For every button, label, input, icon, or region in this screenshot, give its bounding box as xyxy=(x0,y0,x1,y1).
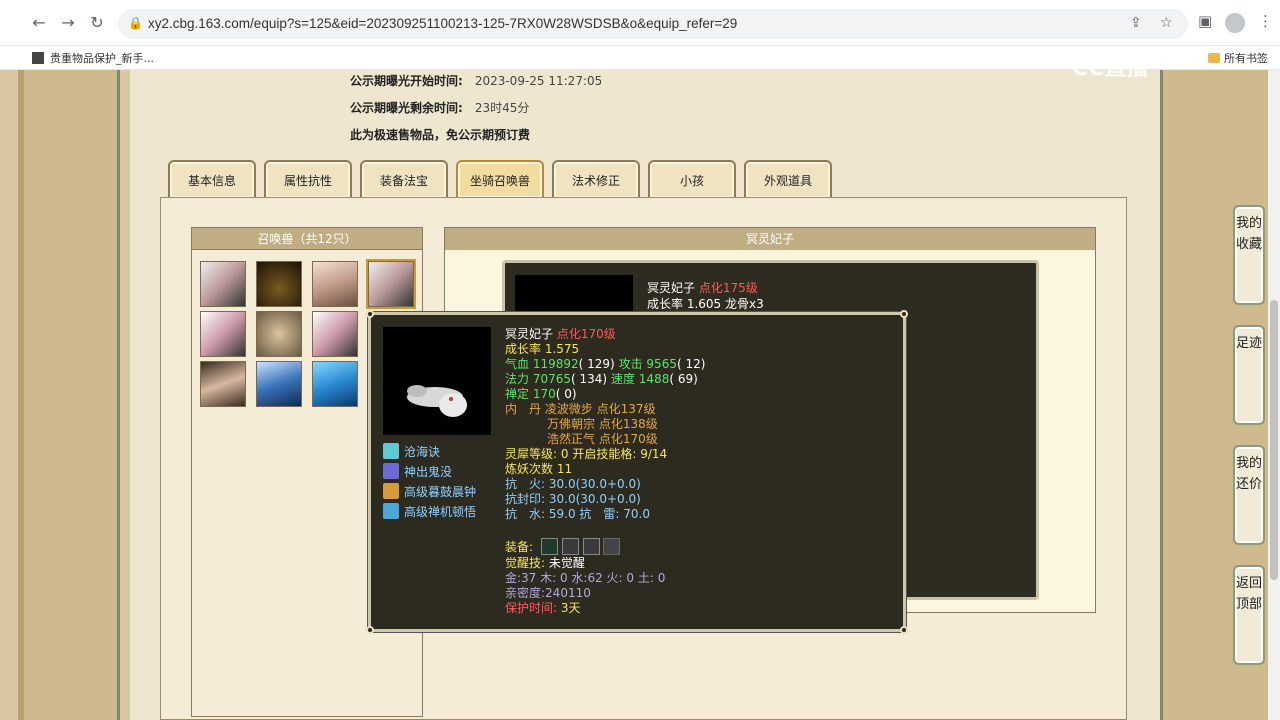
footprint-button[interactable]: 足迹 xyxy=(1233,325,1265,425)
pet-tooltip: 沧海诀 神出鬼没 高级暮鼓晨钟 高级禅机顿悟 冥灵妃子 点化170级 成长率 1… xyxy=(366,310,908,634)
url-text[interactable]: xy2.cbg.163.com/equip?s=125&eid=20230925… xyxy=(148,16,737,31)
tip-dan-2: 万佛朝宗 点化138级 xyxy=(547,417,658,431)
tip-equip: 装备: xyxy=(505,538,621,555)
tip-protect: 保护时间: 3天 xyxy=(505,601,581,615)
pet-thumb[interactable] xyxy=(200,311,246,357)
pet-thumb[interactable] xyxy=(312,261,358,307)
tip-refine: 炼妖次数 11 xyxy=(505,462,573,476)
back-to-top-button[interactable]: 返回顶部 xyxy=(1233,565,1265,665)
profile-avatar[interactable] xyxy=(1225,13,1245,33)
scrollbar[interactable] xyxy=(1268,70,1280,720)
tab-spell-mods[interactable]: 法术修正 xyxy=(552,160,640,198)
skill-icon xyxy=(383,483,399,499)
skill-icon xyxy=(383,463,399,479)
star-icon[interactable]: ☆ xyxy=(1160,15,1173,31)
folder-icon xyxy=(1208,53,1220,63)
equip-slot-icon[interactable] xyxy=(561,538,579,555)
tab-appearance[interactable]: 外观道具 xyxy=(744,160,832,198)
tip-res-fire: 抗 火: 30.0(30.0+0.0) xyxy=(505,477,641,491)
tip-dan-1: 内 丹 凌波微步 点化137级 xyxy=(505,402,656,416)
menu-icon[interactable]: ⋮ xyxy=(1258,12,1273,30)
pet-detail-name: 冥灵妃子 xyxy=(647,281,696,295)
tab-attributes[interactable]: 属性抗性 xyxy=(264,160,352,198)
back-icon[interactable]: ← xyxy=(28,12,50,34)
pet-detail-title: 冥灵妃子 xyxy=(445,228,1095,250)
address-bar[interactable]: 🔒 xy2.cbg.163.com/equip?s=125&eid=202309… xyxy=(118,9,1188,39)
tip-elements: 金:37 木: 0 水:62 火: 0 土: 0 xyxy=(505,571,666,585)
browser-toolbar: ← → ↻ 🔒 xy2.cbg.163.com/equip?s=125&eid=… xyxy=(0,0,1280,46)
tip-growth: 成长率 1.575 xyxy=(505,342,580,356)
notice-fast-sale: 此为极速售物品，免公示期预订费 xyxy=(350,128,531,142)
forward-icon[interactable]: → xyxy=(57,12,79,34)
bookmark-favicon-icon xyxy=(32,52,44,64)
skill-item[interactable]: 高级禅机顿悟 xyxy=(383,503,476,520)
tip-name-row: 冥灵妃子 点化170级 xyxy=(505,327,616,341)
equip-slot-icon[interactable] xyxy=(540,538,558,555)
reload-icon[interactable]: ↻ xyxy=(86,12,108,34)
skill-item[interactable]: 高级暮鼓晨钟 xyxy=(383,483,476,500)
tab-basic[interactable]: 基本信息 xyxy=(168,160,256,198)
tip-hp-atk: 气血 119892( 129) 攻击 9565( 12) xyxy=(505,357,706,371)
equip-slot-icon[interactable] xyxy=(603,538,621,555)
tip-intimacy: 亲密度:240110 xyxy=(505,586,591,600)
tip-awaken: 觉醒技: 未觉醒 xyxy=(505,556,585,570)
my-bargain-button[interactable]: 我的还价 xyxy=(1233,445,1265,545)
left-border xyxy=(18,70,120,720)
pet-tooltip-image xyxy=(383,327,491,435)
tip-dan-3: 浩然正气 点化170级 xyxy=(547,432,658,446)
pet-detail-level: 点化175级 xyxy=(698,281,758,295)
pet-list-title: 召唤兽（共12只） xyxy=(192,228,422,250)
pet-thumb[interactable] xyxy=(256,311,302,357)
skill-item[interactable]: 神出鬼没 xyxy=(383,463,452,480)
pet-thumb[interactable] xyxy=(200,261,246,307)
tip-mp-spd: 法力 70765( 134) 速度 1488( 69) xyxy=(505,372,698,386)
equip-slot-icon[interactable] xyxy=(582,538,600,555)
pet-detail-growth: 成长率 1.605 龙骨x3 xyxy=(647,297,764,311)
pet-thumb[interactable] xyxy=(312,311,358,357)
tab-children[interactable]: 小孩 xyxy=(648,160,736,198)
pet-thumb[interactable] xyxy=(256,261,302,307)
skill-icon xyxy=(383,443,399,459)
pet-thumb[interactable] xyxy=(200,361,246,407)
tip-soul: 灵犀等级: 0 开启技能格: 9/14 xyxy=(505,447,668,461)
share-icon[interactable]: ⇪ xyxy=(1130,15,1142,31)
skill-icon xyxy=(383,503,399,519)
tip-res-water-thunder: 抗 水: 59.0 抗 雷: 70.0 xyxy=(505,507,650,521)
scroll-thumb[interactable] xyxy=(1270,300,1278,580)
notice-start: 公示期曝光开始时间: 2023-09-25 11:27:05 xyxy=(350,74,603,88)
notice-remain: 公示期曝光剩余时间: 23时45分 xyxy=(350,101,530,115)
tab-equipment[interactable]: 装备法宝 xyxy=(360,160,448,198)
bookmark-item[interactable]: 贵重物品保护_新手... xyxy=(32,50,154,66)
my-favorites-button[interactable]: 我的收藏 xyxy=(1233,205,1265,305)
pet-thumb[interactable] xyxy=(312,361,358,407)
tab-mounts-pets[interactable]: 坐骑召唤兽 xyxy=(456,160,544,198)
pet-thumb-selected[interactable] xyxy=(366,259,416,309)
skill-item[interactable]: 沧海诀 xyxy=(383,443,440,460)
tip-zen: 禅定 170( 0) xyxy=(505,387,577,401)
sidepanel-icon[interactable]: ▣ xyxy=(1198,12,1212,30)
cc-watermark: CC直播 xyxy=(1072,56,1149,81)
lock-icon[interactable]: 🔒 xyxy=(128,16,143,30)
all-bookmarks[interactable]: 所有书签 xyxy=(1208,50,1268,66)
tip-res-seal: 抗封印: 30.0(30.0+0.0) xyxy=(505,492,641,506)
pet-thumb[interactable] xyxy=(256,361,302,407)
